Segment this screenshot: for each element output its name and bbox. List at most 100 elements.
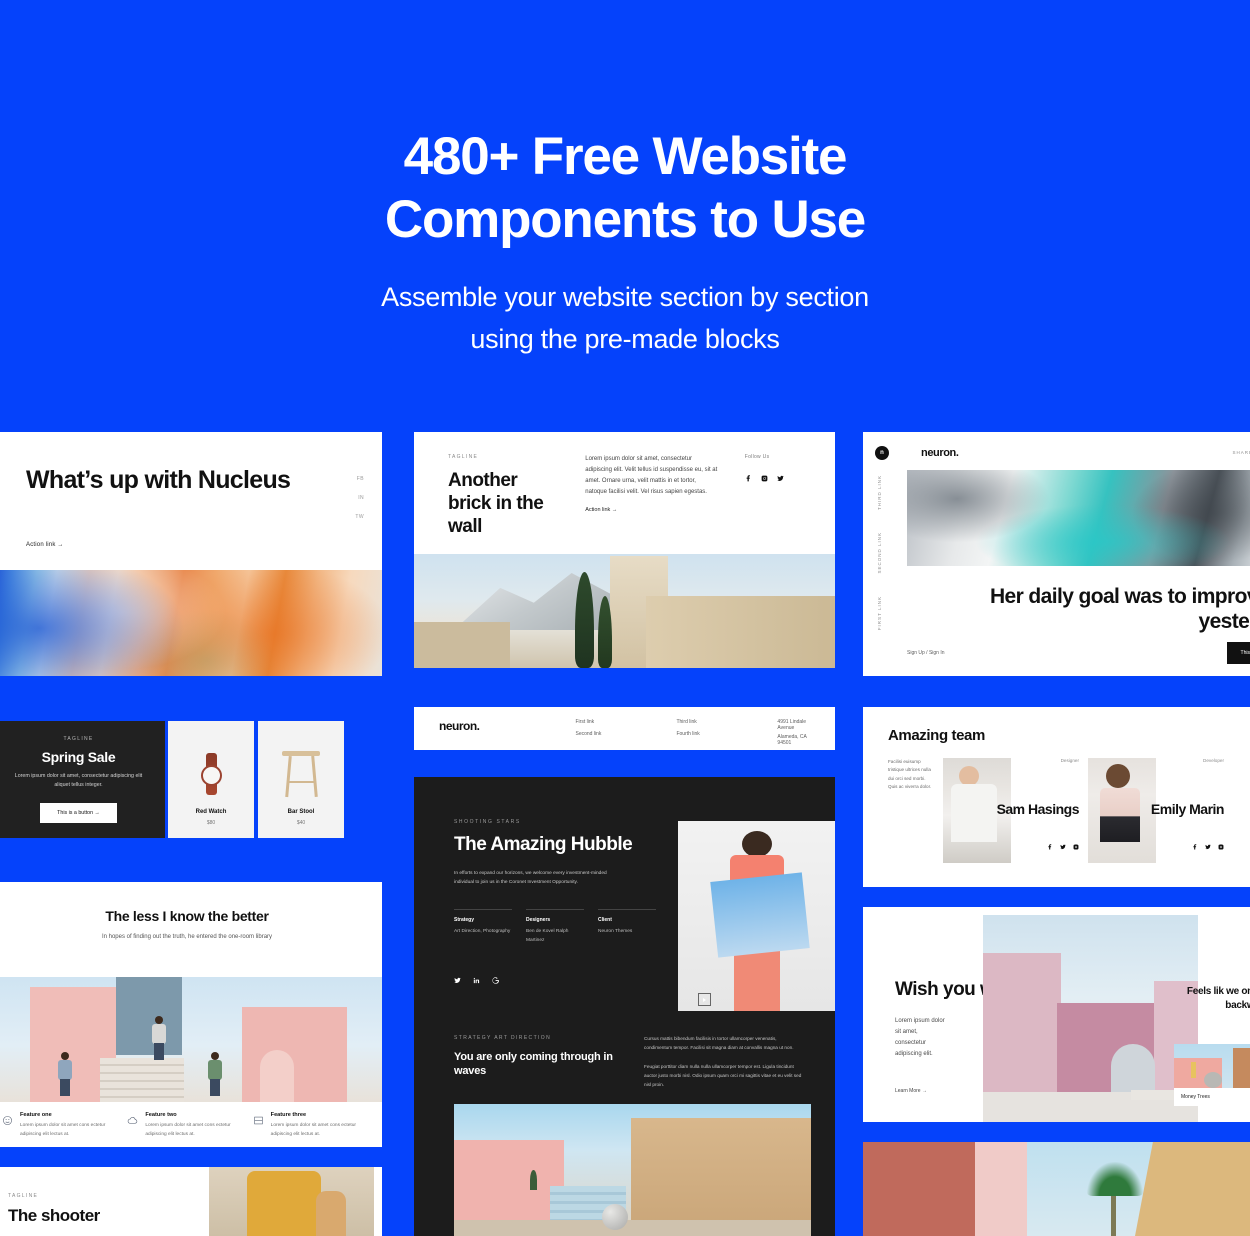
card-brick-action-link[interactable]: Action link → <box>585 507 617 513</box>
card-nucleus[interactable]: What’s up with Nucleus Action link → FB … <box>0 432 382 676</box>
instagram-icon[interactable] <box>1073 837 1079 855</box>
card-nucleus-socials: FB IN TW <box>355 476 364 520</box>
footer-link-second[interactable]: Second link <box>575 731 676 737</box>
vnav-item-third[interactable]: THIRD LINK <box>877 475 882 510</box>
twitter-icon[interactable] <box>1205 837 1211 855</box>
instagram-icon[interactable] <box>761 469 768 487</box>
footer-link-third[interactable]: Third link <box>676 719 777 725</box>
tan-wall <box>1135 1142 1250 1236</box>
architecture-scene-photo <box>0 977 382 1102</box>
neuron-logo-icon[interactable]: n <box>875 446 889 460</box>
footer-links-col-2: Third link Fourth link <box>676 719 777 737</box>
card-the-shooter[interactable]: TAGLINE The shooter <box>0 1167 382 1236</box>
product-card-bar-stool[interactable]: Bar Stool $40 <box>258 721 344 838</box>
instagram-icon[interactable] <box>1218 837 1224 855</box>
spring-sale-button[interactable]: This is a button → <box>40 803 117 824</box>
footer-link-first[interactable]: First link <box>575 719 676 725</box>
card-neuron-article[interactable]: n neuron. SHARE FIRST LINK SECOND LINK T… <box>863 432 1250 676</box>
section-two-left: STRATEGY ART DIRECTION You are only comi… <box>454 1035 622 1090</box>
feature-title: Feature two <box>145 1112 177 1119</box>
architecture-photo <box>414 554 835 668</box>
card-brick-in-the-wall[interactable]: TAGLINE Another brick in the wall Lorem … <box>414 432 835 668</box>
meta-value: Art Direction, Photography <box>454 929 511 935</box>
team-heading: Amazing team <box>888 727 985 744</box>
person-figure-1 <box>58 1052 72 1096</box>
card-neuron-footer[interactable]: neuron. First link Second link Third lin… <box>414 707 835 750</box>
card-brick-mid: Lorem ipsum dolor sit amet, consectetur … <box>585 454 718 552</box>
signup-signin-link[interactable]: Sign Up / Sign In <box>907 650 945 656</box>
linkedin-icon[interactable] <box>473 971 480 989</box>
card-amazing-hubble[interactable]: SHOOTING STARS The Amazing Hubble In eff… <box>414 777 835 1236</box>
feature-desc: Lorem ipsum dolor sit amet cons ectetur … <box>270 1123 356 1137</box>
smiley-icon <box>2 1113 13 1126</box>
footer-row: neuron. First link Second link Third lin… <box>414 707 835 750</box>
google-icon[interactable] <box>492 971 499 989</box>
less-i-know-heading: The less I know the better <box>105 908 269 924</box>
footer-link-fourth[interactable]: Fourth link <box>676 731 777 737</box>
abstract-fluid-artwork <box>0 570 382 676</box>
team-member-card[interactable]: Developer Emily Marin <box>1088 758 1228 863</box>
money-trees-label: Money Trees <box>1181 1094 1210 1100</box>
card-wish-you-were-here[interactable]: Wish you were here Lorem ipsum dolor sit… <box>863 907 1250 1122</box>
social-link-fb[interactable]: FB <box>357 476 364 482</box>
stool-seat <box>282 751 320 756</box>
meta-label: Designers <box>526 917 551 924</box>
person-figure-3 <box>208 1052 223 1098</box>
twitter-icon[interactable] <box>454 971 461 989</box>
play-button-icon[interactable] <box>698 993 711 1006</box>
learn-more-link[interactable]: Learn More → <box>895 1088 927 1094</box>
feature-item: Feature two Lorem ipsum dolor sit amet c… <box>127 1112 246 1139</box>
card-palm-scene[interactable] <box>863 1142 1250 1236</box>
product-name: Bar Stool <box>287 809 315 815</box>
shooter-photo <box>209 1167 374 1236</box>
card-nucleus-action-link[interactable]: Action link → <box>26 542 64 548</box>
footer-brand: neuron. <box>439 719 480 733</box>
ground-plane <box>454 1220 811 1236</box>
facebook-icon[interactable] <box>1047 837 1053 855</box>
social-link-in[interactable]: IN <box>358 495 364 501</box>
money-trees-card[interactable]: Money Trees → <box>1174 1044 1250 1106</box>
model-arm <box>316 1191 346 1236</box>
member-role: Designer <box>1060 758 1079 763</box>
card-neuron-header: n neuron. <box>863 432 1250 460</box>
pink-wall-right <box>242 1007 347 1102</box>
facebook-icon[interactable] <box>1192 837 1198 855</box>
team-blurb: Facilisi euisump tristique ultrices null… <box>888 759 932 789</box>
stone-sphere <box>602 1204 628 1230</box>
cloud-icon <box>127 1113 138 1124</box>
money-trees-bar: Money Trees → <box>1174 1088 1250 1106</box>
share-label[interactable]: SHARE <box>1232 450 1250 455</box>
facebook-icon[interactable] <box>745 469 752 487</box>
member-socials <box>1047 837 1079 855</box>
vnav-item-second[interactable]: SECOND LINK <box>877 532 882 574</box>
pastel-architecture-photo <box>454 1104 811 1236</box>
section-two-body-1: Cursus mattis bibendum facilisis in tort… <box>644 1036 794 1050</box>
meta-client: Client Neuron Themes <box>598 909 656 945</box>
team-member-card[interactable]: Designer Sam Hasings <box>943 758 1083 863</box>
card-spring-sale[interactable]: TAGLINE Spring Sale Lorem ipsum dolor si… <box>0 707 382 852</box>
vnav-item-first[interactable]: FIRST LINK <box>877 596 882 630</box>
twitter-icon[interactable] <box>777 469 784 487</box>
card-brick-left: TAGLINE Another brick in the wall <box>448 454 559 552</box>
components-grid: What’s up with Nucleus Action link → FB … <box>0 432 1250 1236</box>
twitter-icon[interactable] <box>1060 837 1066 855</box>
feels-like-heading: Feels lik we only g backward <box>1186 986 1250 1011</box>
feature-title: Feature one <box>20 1112 52 1119</box>
palm-fronds <box>1087 1162 1143 1196</box>
social-icon-row <box>745 469 807 487</box>
feature-list: Feature one Lorem ipsum dolor sit amet c… <box>0 1112 382 1139</box>
product-name: Red Watch <box>195 809 227 815</box>
member-name: Emily Marin <box>1150 801 1225 817</box>
yellow-shirt <box>247 1171 321 1236</box>
stairs <box>100 1058 184 1102</box>
social-link-tw[interactable]: TW <box>355 514 364 520</box>
section-two-right: Cursus mattis bibendum facilisis in tort… <box>644 1035 804 1090</box>
palm-tree <box>1079 1156 1149 1236</box>
card-amazing-team[interactable]: Amazing team Facilisi euisump tristique … <box>863 707 1250 887</box>
product-card-red-watch[interactable]: Red Watch $80 <box>168 721 254 838</box>
feature-desc: Lorem ipsum dolor sit amet cons ectetur … <box>145 1123 231 1137</box>
vertical-nav: FIRST LINK SECOND LINK THIRD LINK <box>877 470 882 630</box>
hubble-section-two: STRATEGY ART DIRECTION You are only comi… <box>454 1035 811 1090</box>
card-neuron-button[interactable]: This is <box>1226 642 1250 664</box>
card-less-i-know[interactable]: The less I know the better In hopes of f… <box>0 882 382 1147</box>
